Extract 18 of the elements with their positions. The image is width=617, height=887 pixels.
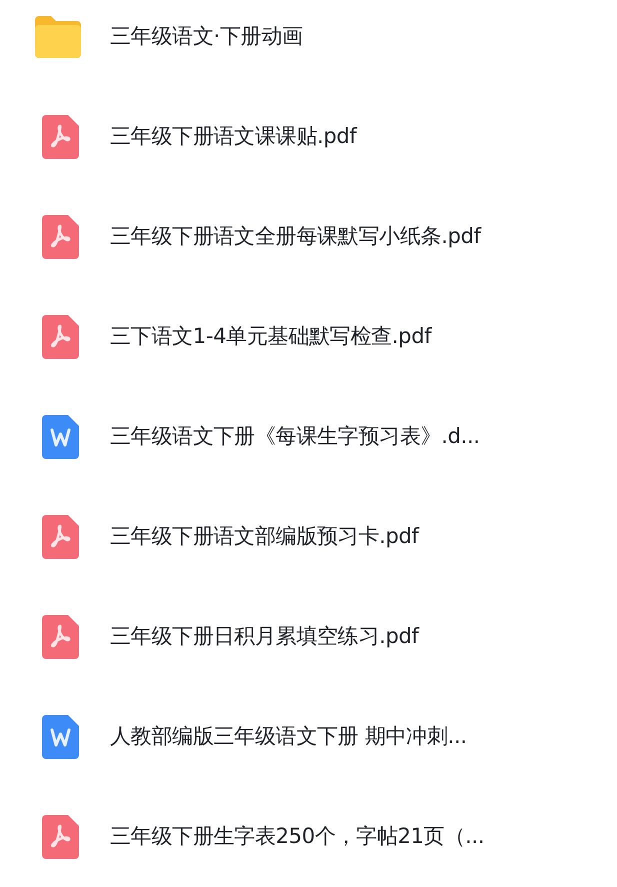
file-name[interactable]: 人教部编版三年级语文下册 期中冲刺...: [110, 721, 467, 753]
pdf-file-icon: [42, 215, 78, 259]
file-name[interactable]: 三年级下册语文课课贴.pdf: [110, 121, 357, 153]
pdf-file-icon: [42, 815, 78, 859]
word-file-icon: [42, 715, 78, 759]
file-name[interactable]: 三年级下册语文部编版预习卡.pdf: [110, 521, 419, 553]
file-name[interactable]: 三年级下册日积月累填空练习.pdf: [110, 621, 419, 653]
file-name[interactable]: 三年级下册生字表250个，字帖21页（...: [110, 821, 484, 853]
file-name[interactable]: 三年级语文·下册动画: [110, 21, 303, 53]
file-name[interactable]: 三年级下册语文全册每课默写小纸条.pdf: [110, 221, 481, 253]
pdf-file-icon: [42, 315, 78, 359]
pdf-file-icon: [42, 515, 78, 559]
pdf-file-icon: [42, 615, 78, 659]
file-name[interactable]: 三年级语文下册《每课生字预习表》.d...: [110, 421, 480, 453]
word-file-icon: [42, 415, 78, 459]
pdf-file-icon: [42, 115, 78, 159]
file-name[interactable]: 三下语文1-4单元基础默写检查.pdf: [110, 321, 432, 353]
folder-icon: [33, 16, 83, 58]
